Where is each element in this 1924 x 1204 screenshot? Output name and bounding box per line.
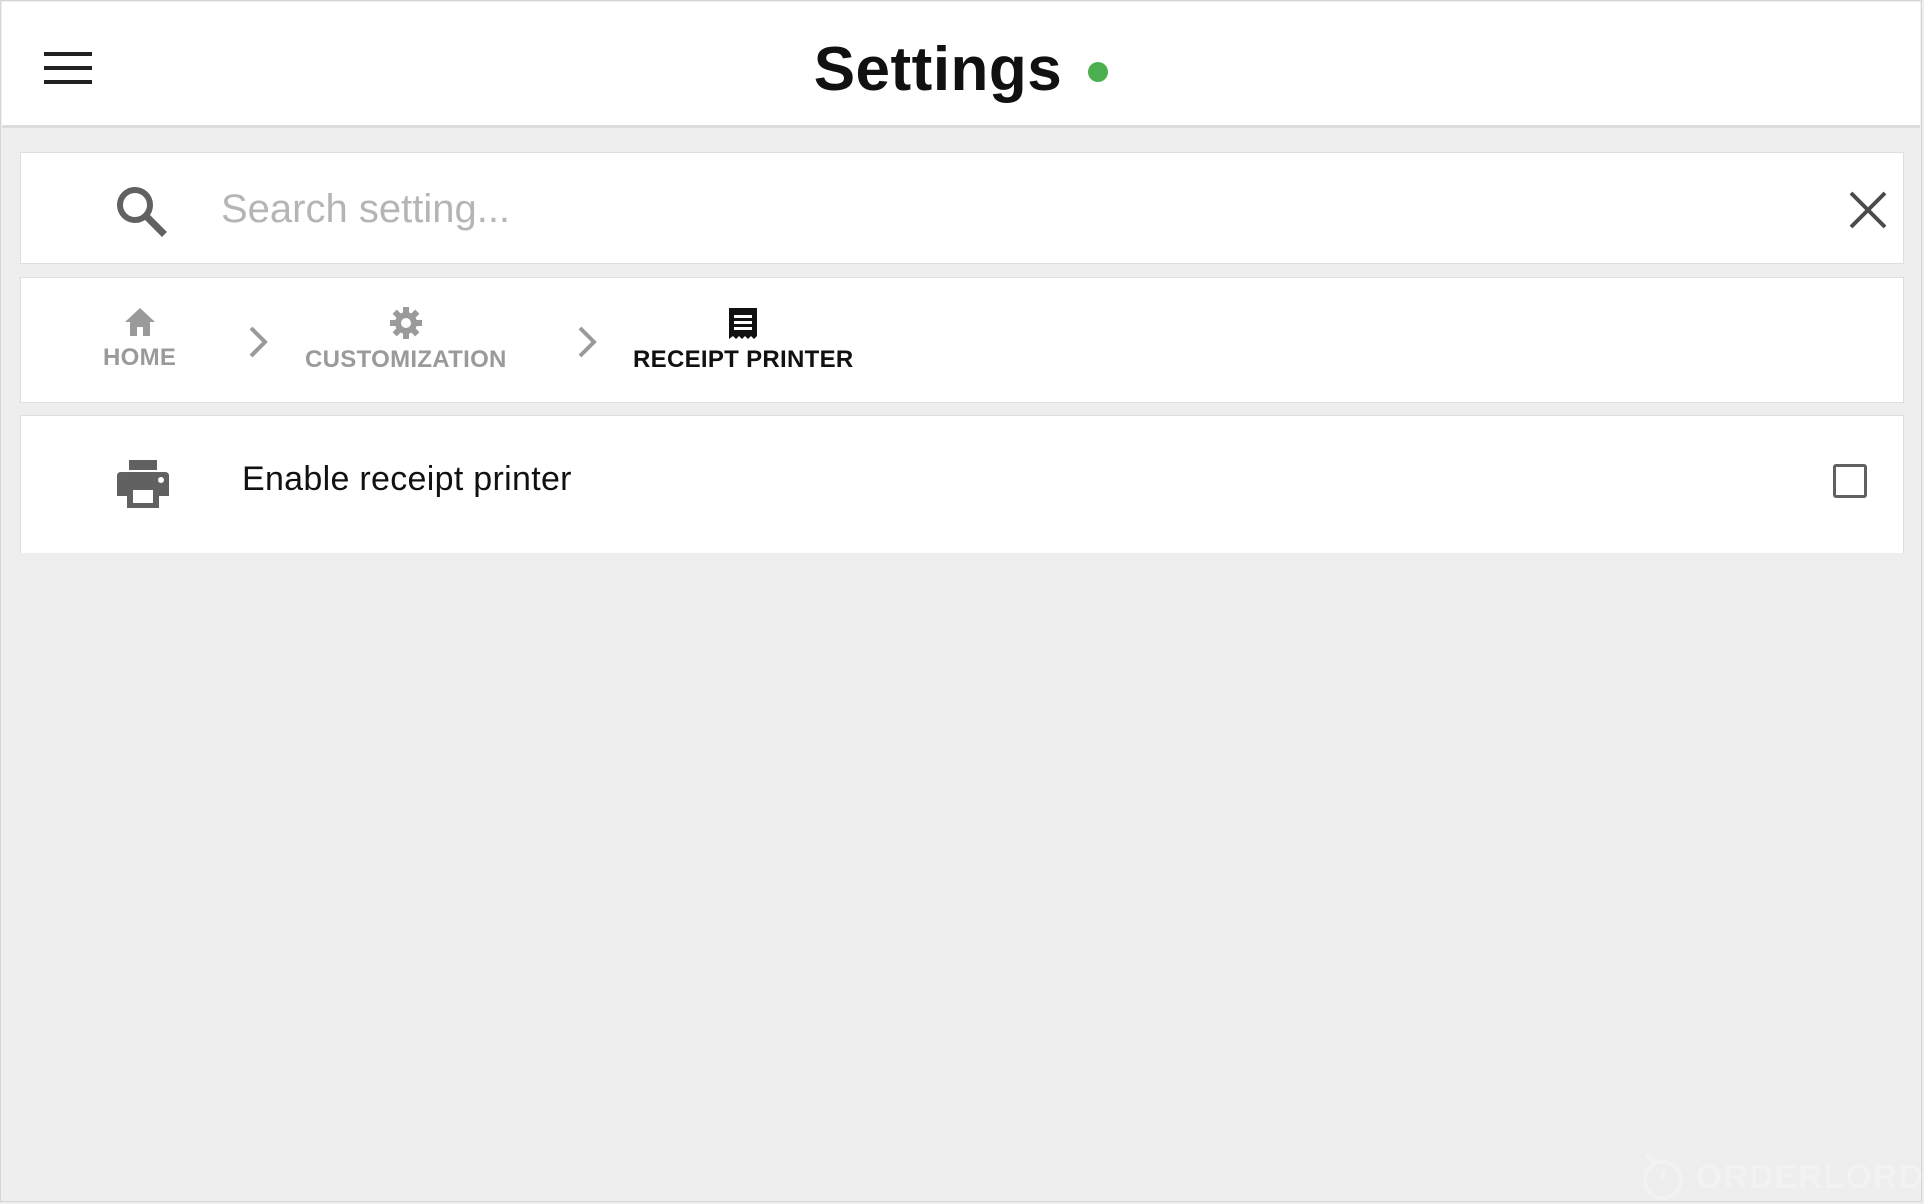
chevron-right-icon — [578, 326, 597, 358]
connection-status-dot — [1088, 62, 1109, 82]
breadcrumb: HOME CUSTOMIZATION RECEIPT PRINTER — [20, 277, 1904, 403]
search-input[interactable] — [221, 177, 1761, 241]
orderlord-logo-icon — [1642, 1152, 1683, 1200]
home-icon — [124, 308, 155, 336]
setting-label: Enable receipt printer — [242, 460, 572, 498]
setting-row-enable-receipt-printer[interactable]: Enable receipt printer — [20, 415, 1904, 553]
receipt-icon — [729, 308, 758, 339]
top-app-bar: Settings — [2, 2, 1920, 128]
breadcrumb-label: RECEIPT PRINTER — [633, 346, 854, 373]
breadcrumb-item-home[interactable]: HOME — [103, 306, 176, 372]
page-title: Settings — [813, 35, 1063, 104]
breadcrumb-item-customization[interactable]: CUSTOMIZATION — [305, 306, 507, 374]
search-bar — [20, 152, 1904, 264]
watermark-text: ORDERLORD — [1695, 1157, 1924, 1196]
title-group: Settings — [2, 32, 1920, 108]
search-icon — [117, 187, 167, 237]
gear-icon — [389, 307, 422, 339]
enable-receipt-printer-checkbox[interactable] — [1833, 464, 1867, 498]
watermark: ORDERLORD — [1636, 1150, 1924, 1204]
printer-icon — [117, 460, 169, 508]
breadcrumb-label: CUSTOMIZATION — [305, 346, 507, 373]
close-icon[interactable] — [1843, 185, 1893, 235]
chevron-right-icon — [249, 326, 268, 358]
breadcrumb-item-receipt-printer[interactable]: RECEIPT PRINTER — [633, 306, 854, 374]
breadcrumb-label: HOME — [103, 344, 177, 371]
